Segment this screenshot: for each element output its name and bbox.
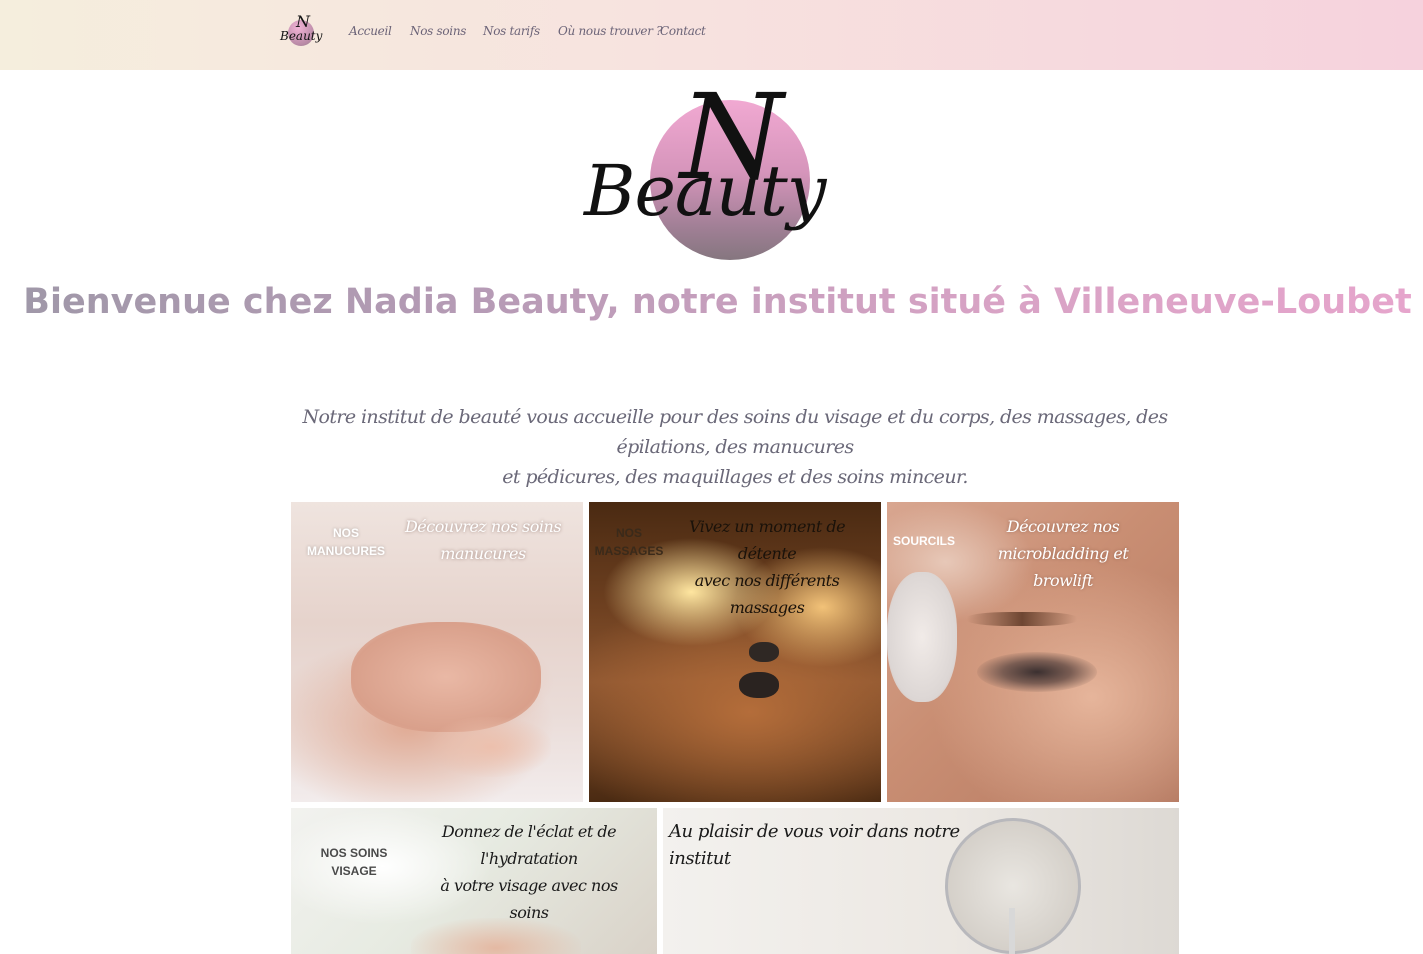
tag-line-2: VISAGE — [331, 864, 377, 878]
tile-manucures[interactable]: NOS MANUCURES Découvrez nos soins manucu… — [291, 502, 583, 802]
hot-stone-shape — [739, 672, 779, 698]
logo-word: Beauty — [584, 150, 826, 232]
tag-line-1: SOURCILS — [893, 534, 956, 548]
tile-caption: Donnez de l'éclat et de l'hydratation à … — [421, 818, 637, 926]
tag-line-1: NOS — [615, 526, 642, 540]
intro-line-1: Notre institut de beauté vous accueille … — [302, 406, 1168, 458]
hot-stone-shape — [749, 642, 779, 662]
hand-shape — [431, 717, 551, 777]
eyebrow-shape — [967, 612, 1077, 626]
tile-tag: NOS SOINS VISAGE — [307, 844, 401, 880]
tile-institut[interactable]: Au plaisir de vous voir dans notre insti… — [663, 808, 1179, 954]
tile-tag: NOS MANUCURES — [299, 524, 393, 560]
hands-shape — [351, 622, 541, 732]
tile-sourcils[interactable]: SOURCILS Découvrez nos microbladding et … — [887, 502, 1179, 802]
nav-link-contact[interactable]: Contact — [660, 24, 706, 38]
eye-shape — [977, 652, 1097, 692]
mirror-stand-icon — [1009, 908, 1015, 954]
intro-line-2: et pédicures, des maquillages et des soi… — [502, 466, 968, 488]
tile-caption: Découvrez nos soins manucures — [401, 513, 565, 567]
page-headline: Bienvenue chez Nadia Beauty, notre insti… — [0, 282, 1423, 322]
caption-line-2: manucures — [440, 544, 526, 563]
intro-paragraph: Notre institut de beauté vous accueille … — [270, 402, 1200, 492]
tile-tag: SOURCILS — [893, 532, 956, 550]
tile-caption: Vivez un moment de détente avec nos diff… — [667, 513, 867, 621]
nav-link-nos-soins[interactable]: Nos soins — [410, 24, 466, 38]
nav-link-nos-tarifs[interactable]: Nos tarifs — [483, 24, 540, 38]
caption-line-2: avec nos différents massages — [694, 571, 840, 617]
tile-caption: Au plaisir de vous voir dans notre insti… — [669, 818, 1009, 872]
brand-logo: N Beauty — [580, 78, 840, 268]
tag-line-2: MASSAGES — [594, 544, 664, 558]
gloved-hand-shape — [887, 572, 957, 702]
caption-line-1: Découvrez nos microbladding et — [997, 517, 1129, 563]
caption-line-2: browlift — [1033, 571, 1093, 590]
nav-link-ou-nous-trouver[interactable]: Où nous trouver ? — [558, 24, 663, 38]
caption-line-1: Découvrez nos soins — [404, 517, 562, 536]
tag-line-2: MANUCURES — [307, 544, 385, 558]
caption-line-1: Vivez un moment de détente — [688, 517, 846, 563]
caption-line-1: Donnez de l'éclat et de — [441, 822, 617, 841]
tile-soins-visage[interactable]: NOS SOINS VISAGE Donnez de l'éclat et de… — [291, 808, 657, 954]
tag-line-1: NOS — [332, 526, 359, 540]
caption-line-1: Au plaisir de vous voir dans notre insti… — [669, 821, 960, 869]
tag-line-1: NOS SOINS — [320, 846, 388, 860]
tile-tag: NOS MASSAGES — [593, 524, 665, 560]
nav-logo-word: Beauty — [280, 29, 323, 43]
nav-logo[interactable]: N Beauty — [280, 12, 322, 48]
tile-caption: Découvrez nos microbladding et browlift — [949, 513, 1177, 594]
top-navigation-bar: N Beauty Accueil Nos soins Nos tarifs Où… — [0, 0, 1423, 70]
tile-massages[interactable]: NOS MASSAGES Vivez un moment de détente … — [589, 502, 881, 802]
caption-line-3: à votre visage avec nos soins — [440, 876, 618, 922]
nav-link-accueil[interactable]: Accueil — [349, 24, 392, 38]
caption-line-2: l'hydratation — [480, 849, 578, 868]
